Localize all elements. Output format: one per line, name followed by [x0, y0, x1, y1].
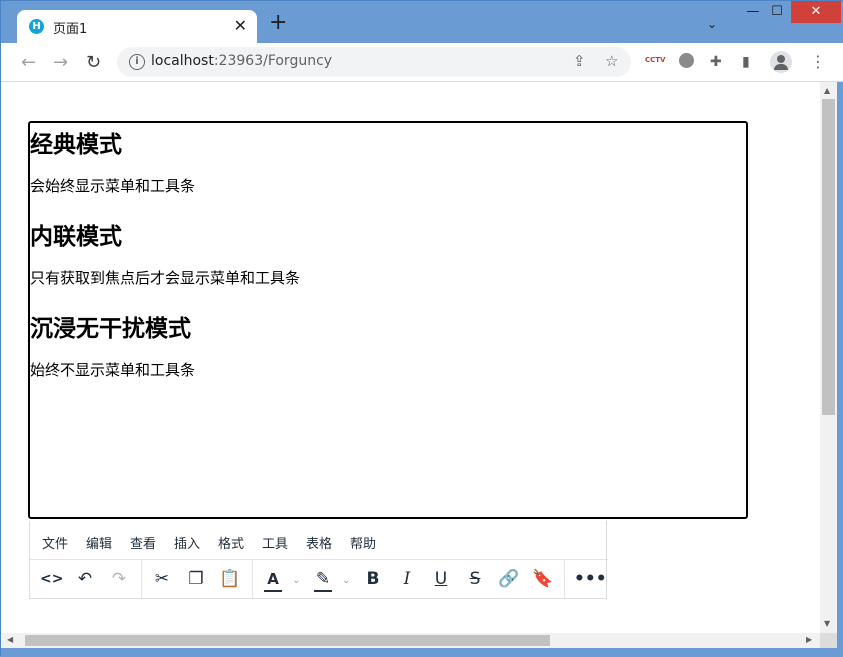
cctv-extension-icon[interactable]: CCTV	[645, 56, 665, 64]
menu-help[interactable]: 帮助	[350, 533, 376, 552]
menu-table[interactable]: 表格	[306, 533, 332, 552]
page-viewport: 经典模式 会始终显示菜单和工具条 内联模式 只有获取到焦点后才会显示菜单和工具条…	[1, 82, 820, 633]
editor-menubar: 文件 编辑 查看 插入 格式 工具 表格 帮助	[30, 521, 608, 560]
text-color-icon[interactable]: A	[262, 567, 284, 591]
menu-view[interactable]: 查看	[130, 533, 156, 552]
browser-window: H 页面1 ✕ + ⌄ — ☐ ✕ ← → ↻ i localhost:2396…	[0, 0, 843, 657]
toolbar-separator	[141, 560, 142, 599]
profile-avatar-icon[interactable]	[770, 51, 792, 73]
horizontal-scroll-thumb[interactable]	[25, 635, 550, 646]
heading-inline-mode: 内联模式	[30, 224, 122, 250]
url-text[interactable]: localhost:23963/Forguncy	[151, 53, 332, 69]
editor-content-area[interactable]: 经典模式 会始终显示菜单和工具条 内联模式 只有获取到焦点后才会显示菜单和工具条…	[28, 121, 748, 519]
horizontal-scrollbar[interactable]: ◀ ▶	[1, 633, 820, 648]
menu-edit[interactable]: 编辑	[86, 533, 112, 552]
copy-icon[interactable]: ❐	[185, 567, 207, 591]
italic-icon[interactable]: I	[396, 567, 418, 591]
tab-bar: H 页面1 ✕ + ⌄ — ☐ ✕	[1, 1, 843, 43]
tab-close-icon[interactable]: ✕	[234, 16, 247, 35]
extension-circle-icon[interactable]	[679, 53, 694, 68]
tab-page1[interactable]: H 页面1 ✕	[17, 10, 257, 43]
source-code-icon[interactable]: <>	[40, 567, 63, 591]
reload-icon[interactable]: ↻	[86, 52, 101, 73]
highlight-color-swatch	[314, 590, 332, 592]
redo-icon[interactable]: ↷	[108, 567, 130, 591]
heading-classic-mode: 经典模式	[30, 132, 122, 158]
scrollbar-corner	[820, 633, 837, 648]
highlight-color-chevron-down-icon[interactable]: ⌄	[342, 575, 350, 586]
text-color-swatch	[264, 590, 282, 592]
bold-icon[interactable]: B	[362, 567, 384, 591]
undo-icon[interactable]: ↶	[74, 567, 96, 591]
site-info-icon[interactable]: i	[129, 54, 145, 70]
text-classic-mode: 会始终显示菜单和工具条	[30, 177, 196, 195]
extension-puzzle-icon[interactable]: ✚	[710, 54, 722, 70]
scroll-right-arrow-icon[interactable]: ▶	[806, 635, 812, 644]
menu-format[interactable]: 格式	[218, 533, 244, 552]
maximize-window-icon[interactable]: ☐	[759, 1, 795, 23]
editor-toolbar: <> ↶ ↷ ✂ ❐ 📋 A ⌄ ✎ ⌄ B I U S 🔗 🔖 •••	[30, 560, 608, 599]
browser-toolbar: ← → ↻ i localhost:23963/Forguncy ⇪ ☆ CCT…	[1, 43, 843, 82]
vertical-scroll-thumb[interactable]	[822, 99, 835, 415]
scroll-left-arrow-icon[interactable]: ◀	[7, 635, 13, 644]
toolbar-separator	[564, 560, 565, 599]
menu-insert[interactable]: 插入	[174, 533, 200, 552]
tab-search-chevron-icon[interactable]: ⌄	[707, 17, 717, 31]
address-bar[interactable]: i localhost:23963/Forguncy ⇪ ☆	[117, 47, 631, 77]
share-icon[interactable]: ⇪	[573, 52, 586, 70]
scroll-up-arrow-icon[interactable]: ▲	[824, 86, 830, 95]
scroll-down-arrow-icon[interactable]: ▼	[824, 619, 830, 628]
underline-icon[interactable]: U	[430, 567, 452, 591]
new-tab-icon[interactable]: +	[269, 12, 287, 34]
tab-favicon-icon: H	[29, 19, 44, 34]
paste-icon[interactable]: 📋	[219, 567, 241, 591]
editor-toolbar-container: 文件 编辑 查看 插入 格式 工具 表格 帮助 <> ↶ ↷ ✂ ❐ 📋 A ⌄…	[29, 521, 608, 599]
close-window-icon[interactable]: ✕	[791, 1, 841, 23]
star-icon[interactable]: ☆	[605, 52, 618, 70]
heading-distraction-free-mode: 沉浸无干扰模式	[30, 316, 191, 342]
bookmark-anchor-icon[interactable]: 🔖	[532, 567, 554, 591]
side-panel-icon[interactable]: ▮	[742, 54, 750, 70]
strikethrough-icon[interactable]: S	[464, 567, 486, 591]
toolbar-separator	[252, 560, 253, 599]
menu-tools[interactable]: 工具	[262, 533, 288, 552]
link-icon[interactable]: 🔗	[498, 567, 520, 591]
url-path: :23963/Forguncy	[213, 53, 333, 69]
highlight-color-icon[interactable]: ✎	[312, 567, 334, 591]
window-frame-right	[837, 82, 843, 657]
more-options-icon[interactable]: •••	[574, 567, 607, 591]
tab-title: 页面1	[53, 22, 88, 37]
menu-file[interactable]: 文件	[42, 533, 68, 552]
kebab-menu-icon[interactable]: ⋮	[810, 52, 826, 71]
cut-icon[interactable]: ✂	[151, 567, 173, 591]
url-host: localhost	[151, 53, 214, 69]
forward-icon[interactable]: →	[53, 52, 68, 73]
text-distraction-free-mode: 始终不显示菜单和工具条	[30, 361, 196, 379]
vertical-scrollbar[interactable]: ▲ ▼	[820, 82, 837, 633]
back-icon[interactable]: ←	[21, 52, 36, 73]
text-inline-mode: 只有获取到焦点后才会显示菜单和工具条	[30, 269, 301, 287]
text-color-chevron-down-icon[interactable]: ⌄	[292, 575, 300, 586]
